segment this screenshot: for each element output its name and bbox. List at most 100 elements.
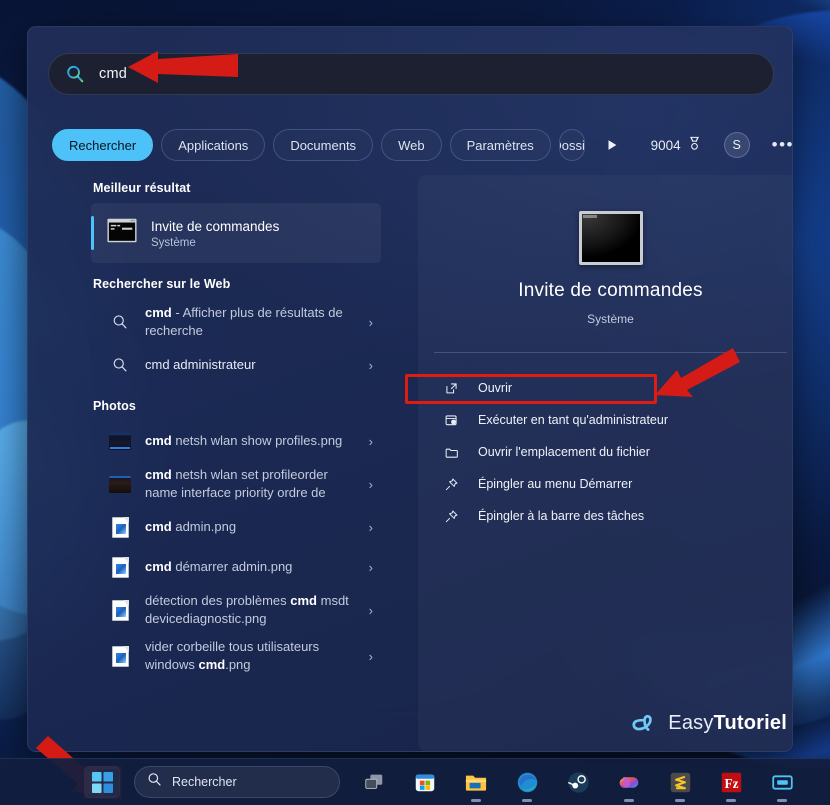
photo-result-item[interactable]: cmd netsh wlan show profiles.png ›	[91, 421, 383, 461]
section-title-web: Rechercher sur le Web	[93, 277, 231, 291]
divider	[434, 352, 787, 353]
search-icon	[65, 64, 85, 84]
thumbnail-2-icon	[109, 475, 131, 493]
photo-result-label: cmd netsh wlan set profileorder name int…	[145, 466, 361, 502]
tab-rechercher[interactable]: Rechercher	[52, 129, 154, 161]
rewards-points[interactable]: 9004	[651, 136, 702, 154]
photo-result-item[interactable]: cmd admin.png ›	[91, 507, 383, 547]
result-suffix: .png	[225, 657, 251, 672]
best-result-item[interactable]: Invite de commandes Système	[91, 203, 381, 263]
avatar-initial: S	[732, 138, 741, 152]
windows-search-flyout: cmd Rechercher Applications Documents We…	[27, 26, 793, 752]
pin-icon	[442, 475, 460, 493]
tab-label: Web	[398, 137, 425, 153]
more-options-icon[interactable]: •••	[772, 136, 792, 153]
photo-result-label: vider corbeille tous utilisateurs window…	[145, 638, 361, 674]
chevron-right-icon[interactable]: ›	[369, 358, 373, 373]
best-result-subtitle: Système	[151, 236, 196, 249]
folder-icon	[442, 443, 460, 461]
thumbnail-1-icon	[109, 432, 131, 450]
file-explorer-icon[interactable]	[459, 765, 493, 802]
chevron-right-icon[interactable]: ›	[369, 603, 373, 618]
action-open[interactable]: Ouvrir	[428, 372, 792, 404]
best-result-title: Invite de commandes	[151, 218, 280, 234]
medal-icon	[687, 136, 702, 154]
taskbar-search-input[interactable]: Rechercher	[134, 766, 340, 798]
tab-label: Rechercher	[69, 137, 137, 153]
png-file-icon	[109, 556, 131, 578]
search-filter-tabs: Rechercher Applications Documents Web Pa…	[52, 129, 792, 161]
copilot-icon[interactable]	[612, 765, 646, 802]
action-run-as-administrator[interactable]: Exécuter en tant qu'administrateur	[428, 404, 792, 436]
filezilla-icon[interactable]: Fz	[714, 765, 748, 802]
search-icon	[109, 314, 131, 330]
action-open-file-location[interactable]: Ouvrir l'emplacement du fichier	[428, 436, 792, 468]
png-file-icon	[109, 516, 131, 538]
microsoft-store-icon[interactable]	[408, 765, 442, 799]
search-icon	[147, 772, 162, 792]
result-prefix: détection des problèmes	[145, 593, 291, 608]
search-input-value: cmd	[99, 66, 127, 82]
web-result-label: cmd administrateur	[145, 356, 361, 374]
result-suffix: - Afficher plus de résultats de recherch…	[145, 305, 343, 338]
chevron-right-icon[interactable]: ›	[369, 434, 373, 449]
result-suffix: admin.png	[171, 519, 237, 534]
search-icon	[109, 357, 131, 373]
photo-result-item[interactable]: cmd démarrer admin.png ›	[91, 547, 383, 587]
web-result-item[interactable]: cmd - Afficher plus de résultats de rech…	[91, 299, 383, 345]
result-suffix: netsh wlan show profiles.png	[171, 433, 343, 448]
chevron-right-icon[interactable]: ›	[369, 560, 373, 575]
watermark-text-bold: Tutoriel	[713, 711, 787, 734]
best-result-texts: Invite de commandes Système	[151, 218, 279, 249]
app-actions-list: Ouvrir Exécuter en tant qu'administrateu…	[418, 372, 792, 532]
action-pin-to-start[interactable]: Épingler au menu Démarrer	[428, 468, 792, 500]
result-query: cmd	[145, 433, 172, 448]
tab-label: Dossiers	[560, 137, 584, 153]
photo-result-label: détection des problèmes cmd msdt deviced…	[145, 592, 361, 628]
tab-label: Paramètres	[466, 137, 534, 153]
svg-text:Fz: Fz	[724, 775, 738, 790]
play-arrow-icon[interactable]	[599, 132, 625, 158]
terminal-icon[interactable]	[765, 765, 799, 802]
photo-result-item[interactable]: détection des problèmes cmd msdt deviced…	[91, 587, 383, 633]
watermark-text: EasyTutoriel	[668, 712, 787, 735]
png-file-icon	[109, 599, 131, 621]
chevron-right-icon[interactable]: ›	[369, 520, 373, 535]
action-label: Exécuter en tant qu'administrateur	[478, 413, 668, 427]
photo-result-label: cmd démarrer admin.png	[145, 558, 361, 576]
steam-icon[interactable]	[561, 765, 595, 799]
action-label: Épingler à la barre des tâches	[478, 509, 645, 523]
taskbar-items: Rechercher Fz	[84, 765, 799, 802]
tab-documents[interactable]: Documents	[273, 129, 374, 161]
tab-applications[interactable]: Applications	[161, 129, 266, 161]
preview-app-title: Invite de commandes	[518, 280, 703, 301]
result-query: cmd administrateur	[145, 357, 256, 372]
web-result-item[interactable]: cmd administrateur ›	[91, 345, 383, 385]
easytutoriel-watermark: EasyTutoriel	[631, 707, 787, 739]
sublime-text-icon[interactable]	[663, 765, 697, 802]
task-view-icon[interactable]	[357, 765, 391, 799]
action-label: Épingler au menu Démarrer	[478, 477, 633, 491]
chevron-right-icon[interactable]: ›	[369, 477, 373, 492]
avatar[interactable]: S	[723, 132, 750, 158]
pin-icon	[442, 507, 460, 525]
result-query: cmd	[145, 559, 172, 574]
action-pin-to-taskbar[interactable]: Épingler à la barre des tâches	[428, 500, 792, 532]
photo-result-label: cmd admin.png	[145, 518, 361, 536]
tab-dossiers[interactable]: Dossiers	[558, 129, 585, 161]
command-prompt-icon	[107, 218, 137, 248]
tab-parametres[interactable]: Paramètres	[449, 129, 551, 161]
chevron-right-icon[interactable]: ›	[369, 649, 373, 664]
result-query: cmd	[290, 593, 317, 608]
chevron-right-icon[interactable]: ›	[369, 315, 373, 330]
preview-app-subtitle: Système	[587, 312, 634, 326]
watermark-text-light: Easy	[668, 711, 714, 734]
tab-web[interactable]: Web	[381, 129, 442, 161]
png-file-icon	[109, 645, 131, 667]
edge-icon[interactable]	[510, 765, 544, 802]
photo-result-item[interactable]: vider corbeille tous utilisateurs window…	[91, 633, 383, 679]
search-input[interactable]: cmd	[48, 53, 774, 95]
photo-result-item[interactable]: cmd netsh wlan set profileorder name int…	[91, 461, 383, 507]
section-title-best-result: Meilleur résultat	[93, 181, 191, 195]
windows-start-icon[interactable]	[84, 766, 120, 798]
